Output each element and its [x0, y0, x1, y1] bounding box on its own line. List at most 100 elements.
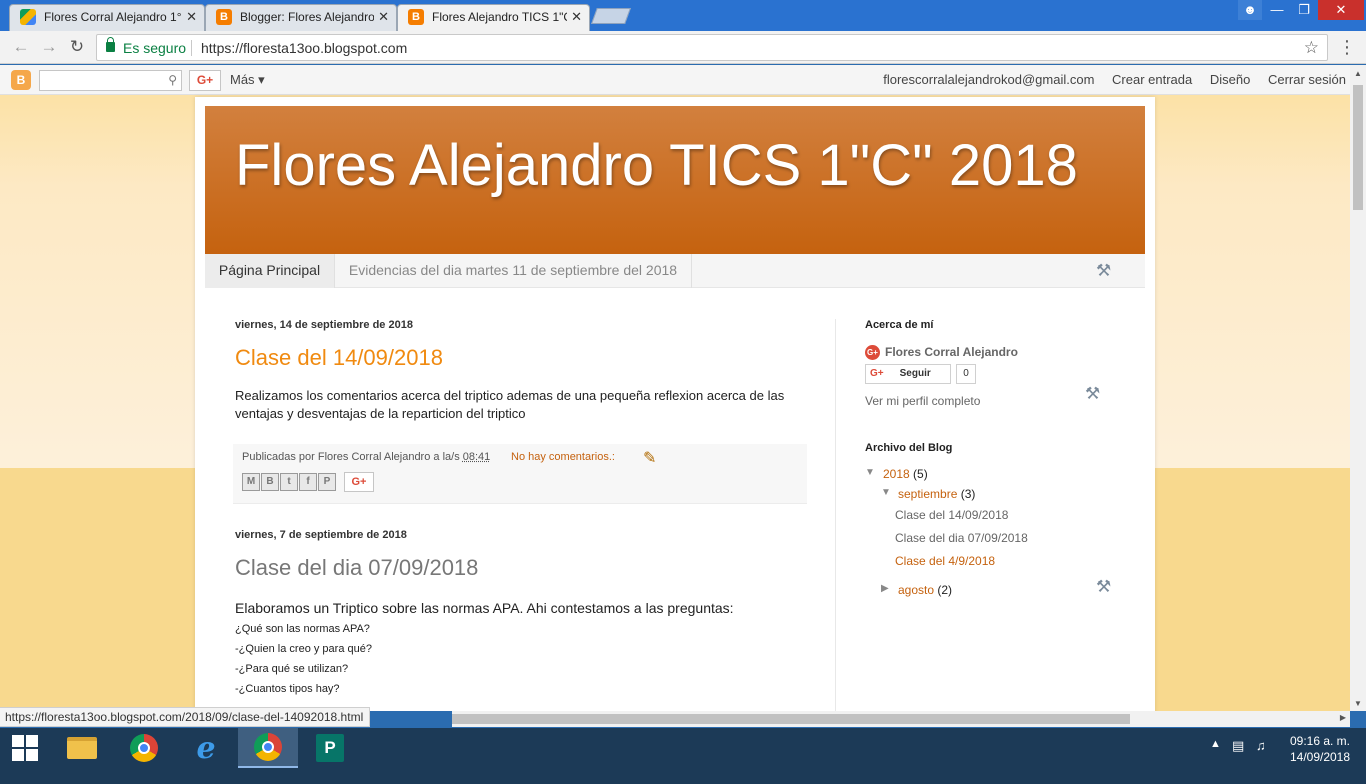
edit-gadget-icon[interactable]: ⚒: [1096, 261, 1111, 281]
minimize-icon[interactable]: —: [1264, 0, 1290, 20]
blogthis-share-icon[interactable]: B: [261, 473, 279, 491]
close-tab-icon[interactable]: ✕: [571, 5, 582, 29]
horizontal-scrollbar[interactable]: ▶: [452, 711, 1350, 727]
lock-icon: [106, 37, 115, 52]
expand-triangle-icon[interactable]: ▶: [881, 583, 889, 594]
network-icon[interactable]: ▤: [1232, 738, 1244, 754]
facebook-share-icon[interactable]: f: [299, 473, 317, 491]
blog-header: Flores Alejandro TICS 1"C" 2018: [205, 106, 1145, 254]
scroll-down-arrow-icon[interactable]: ▼: [1350, 699, 1366, 708]
tab-pagina-principal[interactable]: Página Principal: [205, 254, 335, 288]
taskbar-internet-explorer[interactable]: e: [176, 728, 236, 768]
taskbar-publisher[interactable]: P: [300, 728, 360, 768]
archive-post-link[interactable]: Clase del dia 07/09/2018: [865, 528, 1125, 551]
post-title[interactable]: Clase del 14/09/2018: [235, 345, 807, 371]
archive-month-row[interactable]: ▶ agosto (2): [865, 581, 1125, 601]
blogger-logo-icon[interactable]: B: [11, 70, 31, 90]
at-label: a la/s: [433, 451, 460, 463]
publisher-icon: P: [316, 734, 344, 762]
browser-tab-drive[interactable]: Flores Corral Alejandro 1° ✕: [9, 4, 205, 31]
scroll-up-arrow-icon[interactable]: ▲: [1350, 69, 1366, 78]
design-link[interactable]: Diseño: [1210, 72, 1250, 87]
user-profile-icon[interactable]: ☻: [1238, 0, 1262, 20]
new-tab-button[interactable]: [591, 8, 631, 24]
archive-month-row[interactable]: ▼ septiembre (3): [865, 485, 1125, 505]
url-text: https://floresta13oo.blogspot.com: [201, 40, 408, 56]
archive-month-count: (3): [960, 487, 976, 501]
profile-name-link[interactable]: Flores Corral Alejandro: [885, 345, 1018, 359]
collapse-triangle-icon[interactable]: ▼: [865, 467, 875, 478]
blog-title[interactable]: Flores Alejandro TICS 1"C" 2018: [235, 132, 1078, 199]
browser-menu-icon[interactable]: ⋮: [1336, 37, 1358, 59]
column-divider: [835, 319, 836, 711]
follower-count: 0: [956, 364, 976, 384]
close-tab-icon[interactable]: ✕: [186, 5, 197, 29]
post-byline: Publicadas por Flores Corral Alejandro a…: [242, 451, 490, 463]
tray-expand-icon[interactable]: ▲: [1210, 738, 1221, 750]
edit-gadget-icon[interactable]: ⚒: [1096, 577, 1111, 597]
blogger-icon: B: [408, 9, 424, 25]
windows-logo-icon: [12, 735, 38, 761]
published-by-label: Publicadas por: [242, 451, 315, 463]
reload-icon[interactable]: ↻: [66, 37, 88, 59]
edit-post-pencil-icon[interactable]: ✎: [643, 448, 656, 468]
taskbar-chrome[interactable]: [114, 728, 174, 768]
forward-arrow-icon[interactable]: →: [38, 37, 60, 59]
sign-out-link[interactable]: Cerrar sesión: [1268, 72, 1346, 87]
comments-link[interactable]: No hay comentarios.:: [511, 451, 615, 463]
page-viewport: B ⚲ G+ Más ▾ florescorralalejandrokod@gm…: [0, 65, 1350, 711]
email-share-icon[interactable]: M: [242, 473, 260, 491]
edit-gadget-icon[interactable]: ⚒: [1085, 384, 1100, 404]
collapse-triangle-icon[interactable]: ▼: [881, 487, 891, 498]
archive-post-link[interactable]: Clase del 14/09/2018: [865, 505, 1125, 528]
windows-taskbar: e P ▲ ▤ ♫ 09:16 a. m. 14/09/2018: [0, 728, 1366, 784]
post-time-link[interactable]: 08:41: [463, 451, 491, 463]
gplus-share-icon[interactable]: G+: [344, 472, 374, 492]
profile-row: G+ Flores Corral Alejandro: [865, 343, 1125, 363]
volume-muted-icon[interactable]: ♫: [1256, 738, 1266, 753]
browser-tab-blog-active[interactable]: B Flores Alejandro TICS 1"C ✕: [397, 4, 590, 31]
maximize-icon[interactable]: ❐: [1290, 0, 1318, 20]
address-bar[interactable]: Es seguro https://floresta13oo.blogspot.…: [96, 34, 1328, 61]
create-post-link[interactable]: Crear entrada: [1112, 72, 1192, 87]
more-menu-button[interactable]: Más ▾: [230, 72, 265, 88]
post-body: Realizamos los comentarios acerca del tr…: [235, 388, 785, 421]
start-button[interactable]: [0, 728, 50, 768]
post-title[interactable]: Clase del dia 07/09/2018: [235, 555, 807, 581]
close-tab-icon[interactable]: ✕: [378, 5, 389, 29]
follow-button[interactable]: G+ Seguir: [865, 364, 951, 384]
archive-month-link[interactable]: septiembre (3): [898, 487, 975, 501]
close-window-icon[interactable]: ✕: [1318, 0, 1364, 20]
post-footer: Publicadas por Flores Corral Alejandro a…: [233, 444, 807, 504]
taskbar-chrome-active[interactable]: [238, 728, 298, 768]
post-2: viernes, 7 de septiembre de 2018 Clase d…: [235, 529, 807, 699]
taskbar-clock[interactable]: 09:16 a. m. 14/09/2018: [1284, 733, 1356, 765]
account-email-link[interactable]: florescorralalejandrokod@gmail.com: [883, 72, 1094, 87]
pinterest-share-icon[interactable]: P: [318, 473, 336, 491]
vertical-scrollbar[interactable]: ▲ ▼: [1350, 65, 1366, 711]
search-icon[interactable]: ⚲: [168, 73, 177, 87]
taskbar-file-explorer[interactable]: [52, 728, 112, 768]
blog-content-card: Flores Alejandro TICS 1"C" 2018 Página P…: [195, 97, 1155, 711]
scrollbar-thumb[interactable]: [452, 714, 1130, 724]
clock-time: 09:16 a. m.: [1289, 734, 1351, 748]
archive-year-count: (5): [913, 467, 928, 481]
archive-post-link[interactable]: Clase del 4/9/2018: [865, 551, 1125, 574]
archive-month-link[interactable]: agosto (2): [898, 583, 952, 597]
bookmark-star-icon[interactable]: ☆: [1304, 38, 1319, 58]
blog-search-input[interactable]: ⚲: [39, 70, 182, 91]
browser-tab-blogger-admin[interactable]: B Blogger: Flores Alejandro ✕: [205, 4, 397, 31]
secure-label: Es seguro: [123, 40, 187, 56]
archive-year-row[interactable]: ▼ 2018 (5): [865, 465, 1125, 485]
share-buttons: M B t f P G+: [242, 472, 374, 492]
archive-year-link[interactable]: 2018 (5): [883, 467, 928, 481]
internet-explorer-icon: e: [196, 730, 216, 766]
twitter-share-icon[interactable]: t: [280, 473, 298, 491]
post-author-link[interactable]: Flores Corral Alejandro: [318, 451, 431, 463]
gplus-icon: G+: [870, 368, 884, 379]
tab-evidencias[interactable]: Evidencias del dia martes 11 de septiemb…: [335, 254, 692, 288]
scrollbar-thumb[interactable]: [1353, 85, 1363, 210]
scroll-right-arrow-icon[interactable]: ▶: [1340, 713, 1346, 722]
back-arrow-icon[interactable]: ←: [10, 37, 32, 59]
gplus-share-button[interactable]: G+: [189, 70, 221, 91]
